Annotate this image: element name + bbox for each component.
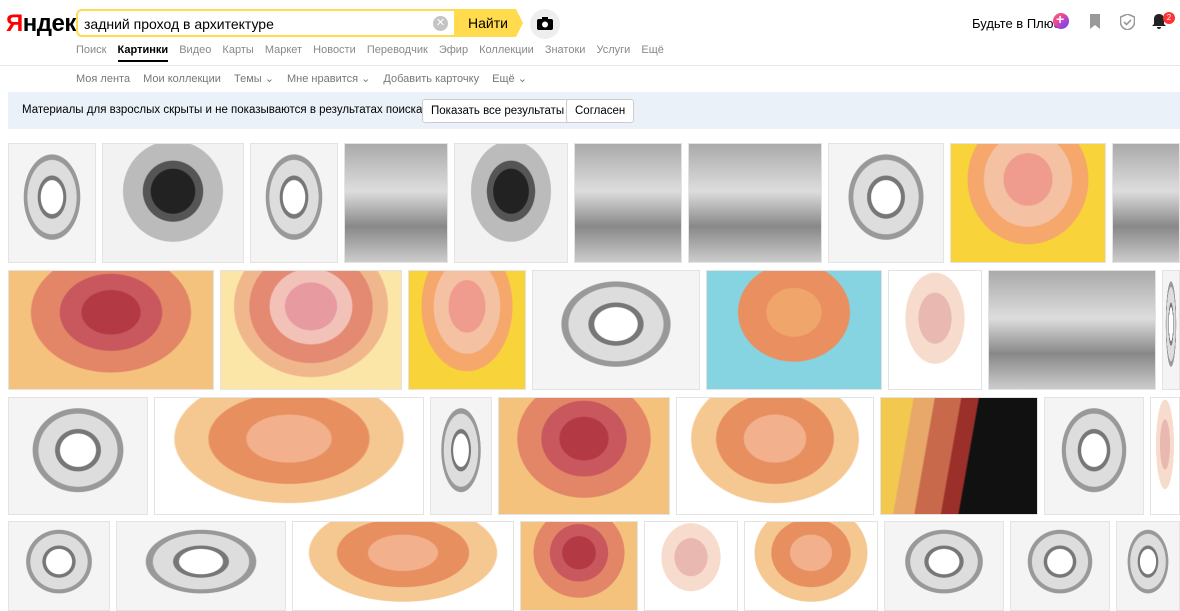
image-thumbnail[interactable] bbox=[676, 397, 874, 515]
image-thumbnail[interactable] bbox=[1112, 143, 1180, 263]
image-grid bbox=[0, 0, 1180, 611]
image-thumbnail[interactable] bbox=[154, 397, 424, 515]
image-thumbnail[interactable] bbox=[532, 270, 700, 390]
image-thumbnail[interactable] bbox=[1044, 397, 1144, 515]
image-thumbnail[interactable] bbox=[1116, 521, 1180, 611]
image-thumbnail[interactable] bbox=[8, 270, 214, 390]
image-thumbnail[interactable] bbox=[102, 143, 244, 263]
image-thumbnail[interactable] bbox=[988, 270, 1156, 390]
image-thumbnail[interactable] bbox=[250, 143, 338, 263]
image-thumbnail[interactable] bbox=[116, 521, 286, 611]
image-thumbnail[interactable] bbox=[884, 521, 1004, 611]
image-thumbnail[interactable] bbox=[454, 143, 568, 263]
image-thumbnail[interactable] bbox=[8, 143, 96, 263]
image-thumbnail[interactable] bbox=[8, 521, 110, 611]
image-thumbnail[interactable] bbox=[828, 143, 944, 263]
image-thumbnail[interactable] bbox=[292, 521, 514, 611]
image-thumbnail[interactable] bbox=[408, 270, 526, 390]
image-thumbnail[interactable] bbox=[888, 270, 982, 390]
image-thumbnail[interactable] bbox=[1010, 521, 1110, 611]
image-thumbnail[interactable] bbox=[498, 397, 670, 515]
image-thumbnail[interactable] bbox=[1162, 270, 1180, 390]
image-thumbnail[interactable] bbox=[8, 397, 148, 515]
image-thumbnail[interactable] bbox=[644, 521, 738, 611]
image-thumbnail[interactable] bbox=[880, 397, 1038, 515]
image-thumbnail[interactable] bbox=[430, 397, 492, 515]
image-thumbnail[interactable] bbox=[344, 143, 448, 263]
image-thumbnail[interactable] bbox=[520, 521, 638, 611]
image-thumbnail[interactable] bbox=[950, 143, 1106, 263]
image-thumbnail[interactable] bbox=[706, 270, 882, 390]
image-thumbnail[interactable] bbox=[220, 270, 402, 390]
image-thumbnail[interactable] bbox=[1150, 397, 1180, 515]
image-thumbnail[interactable] bbox=[688, 143, 822, 263]
image-thumbnail[interactable] bbox=[744, 521, 878, 611]
image-thumbnail[interactable] bbox=[574, 143, 682, 263]
